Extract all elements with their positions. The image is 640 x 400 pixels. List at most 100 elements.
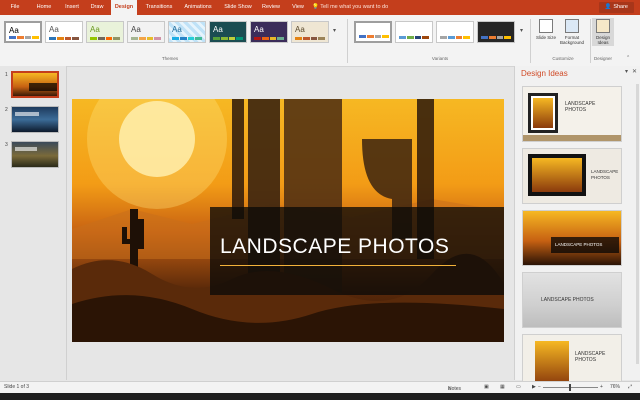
theme-sample: Aa: [295, 25, 305, 34]
slide-number: 3: [5, 142, 8, 148]
variant-3[interactable]: [436, 21, 474, 43]
tab-insert[interactable]: Insert: [59, 0, 85, 15]
idea-footer-band: [523, 135, 621, 141]
slide-number: 2: [5, 107, 8, 113]
theme-colors: [90, 37, 120, 40]
tell-me-search[interactable]: 💡 Tell me what you want to do: [312, 0, 388, 15]
notes-label: Notes: [448, 386, 462, 392]
ribbon: Aa Aa Aa Aa Aa Aa Aa Aa ▾ Themes ▾ Varia…: [0, 15, 640, 67]
idea-title: LANDSCAPE PHOTOS: [575, 351, 606, 363]
share-button[interactable]: 👤 Share: [598, 2, 634, 13]
share-label: Share: [613, 4, 628, 10]
close-pane-icon[interactable]: ✕: [632, 68, 637, 75]
design-idea-2[interactable]: LANDSCAPE PHOTOS: [522, 148, 622, 204]
zoom-level[interactable]: 76%: [610, 384, 620, 390]
format-background-label: Format Background: [559, 35, 585, 45]
slide-thumbnail-3[interactable]: [11, 141, 59, 168]
ribbon-tab-bar: File Home Insert Draw Design Transitions…: [0, 0, 640, 15]
customize-group-label: Customize: [552, 56, 574, 61]
tab-draw[interactable]: Draw: [86, 0, 108, 15]
theme-5[interactable]: Aa: [168, 21, 206, 43]
design-idea-3[interactable]: LANDSCAPE PHOTOS: [522, 210, 622, 266]
person-icon: 👤: [604, 4, 612, 10]
group-divider: [347, 19, 348, 63]
theme-7[interactable]: Aa: [250, 21, 288, 43]
variant-colors: [481, 36, 511, 39]
variant-2[interactable]: [395, 21, 433, 43]
slide-size-button[interactable]: Slide Size: [535, 19, 557, 40]
tab-design[interactable]: Design: [111, 0, 137, 15]
theme-2[interactable]: Aa: [45, 21, 83, 43]
tab-transitions[interactable]: Transitions: [141, 0, 177, 15]
themes-group-label: Themes: [161, 56, 179, 61]
tab-view[interactable]: View: [287, 0, 309, 15]
design-ideas-button[interactable]: Design Ideas: [592, 18, 614, 46]
ideas-scrollbar[interactable]: [636, 84, 639, 364]
thumbnail-text: [15, 147, 37, 151]
theme-colors: [213, 37, 243, 40]
title-underline: [220, 265, 456, 266]
lightbulb-icon: 💡: [312, 4, 319, 10]
slide-sorter-icon[interactable]: ▦: [500, 384, 505, 390]
variant-4[interactable]: [477, 21, 515, 43]
theme-4[interactable]: Aa: [127, 21, 165, 43]
tab-animations[interactable]: Animations: [180, 0, 216, 15]
theme-colors: [254, 37, 284, 40]
zoom-out-icon[interactable]: −: [538, 384, 541, 390]
tab-review[interactable]: Review: [258, 0, 284, 15]
slide-number: 1: [5, 72, 8, 78]
variant-1[interactable]: [354, 21, 392, 43]
theme-3[interactable]: Aa: [86, 21, 124, 43]
slide-thumbnail-2[interactable]: [11, 106, 59, 133]
design-ideas-title: Design Ideas: [521, 69, 568, 78]
thumbnail-title-band: [29, 83, 57, 91]
design-idea-1[interactable]: LANDSCAPE PHOTOS: [522, 86, 622, 142]
thumbnail-text: [15, 112, 39, 116]
pane-options-icon[interactable]: ▾: [625, 68, 628, 75]
theme-sample: Aa: [90, 25, 100, 34]
tab-home[interactable]: Home: [31, 0, 57, 15]
idea-title: LANDSCAPE PHOTOS: [555, 242, 603, 247]
theme-sample: Aa: [131, 25, 141, 34]
theme-colors: [131, 37, 161, 40]
tab-file[interactable]: File: [4, 0, 26, 15]
format-background-icon: [565, 19, 579, 33]
title-placeholder[interactable]: LANDSCAPE PHOTOS: [210, 207, 504, 295]
variants-more-arrow-icon[interactable]: ▾: [520, 27, 523, 34]
framed-photo: [528, 154, 586, 196]
idea-title: LANDSCAPE PHOTOS: [591, 169, 619, 180]
theme-6[interactable]: Aa: [209, 21, 247, 43]
variant-colors: [440, 36, 470, 39]
design-idea-4[interactable]: LANDSCAPE PHOTOS: [522, 272, 622, 328]
slide-title[interactable]: LANDSCAPE PHOTOS: [220, 235, 449, 259]
variants-group-label: Variants: [431, 56, 449, 61]
tab-slide-show[interactable]: Slide Show: [220, 0, 256, 15]
framed-photo: [528, 93, 558, 133]
theme-colors: [172, 37, 202, 40]
slide-thumbnail-1[interactable]: [11, 71, 59, 98]
zoom-slider-thumb[interactable]: [569, 384, 571, 391]
idea-title: LANDSCAPE PHOTOS: [565, 101, 596, 113]
theme-sample: Aa: [254, 25, 264, 34]
zoom-in-icon[interactable]: +: [600, 384, 603, 390]
themes-more-arrow-icon[interactable]: ▾: [333, 27, 336, 34]
collapse-ribbon-icon[interactable]: ⌃: [626, 55, 630, 61]
photo-fill: [532, 158, 582, 192]
normal-view-icon[interactable]: ▣: [484, 384, 489, 390]
theme-office[interactable]: Aa: [4, 21, 42, 43]
theme-8[interactable]: Aa: [291, 21, 329, 43]
designer-group-label: Designer: [593, 56, 612, 61]
group-divider: [530, 19, 531, 63]
design-ideas-label: Design Ideas: [595, 35, 610, 45]
photo-fill: [533, 98, 553, 128]
theme-sample: Aa: [9, 26, 19, 35]
slide-show-icon[interactable]: ▶: [532, 384, 536, 390]
slide-size-label: Slide Size: [535, 35, 556, 40]
variant-colors: [399, 36, 429, 39]
slide-canvas[interactable]: LANDSCAPE PHOTOS: [72, 99, 504, 342]
format-background-button[interactable]: Format Background: [557, 19, 587, 45]
design-ideas-pane: Design Ideas ▾ ✕ LANDSCAPE PHOTOS LANDSC…: [514, 66, 640, 390]
design-ideas-icon: [596, 19, 610, 33]
fit-slide-icon[interactable]: ⤢: [628, 384, 632, 390]
reading-view-icon[interactable]: ▭: [516, 384, 521, 390]
